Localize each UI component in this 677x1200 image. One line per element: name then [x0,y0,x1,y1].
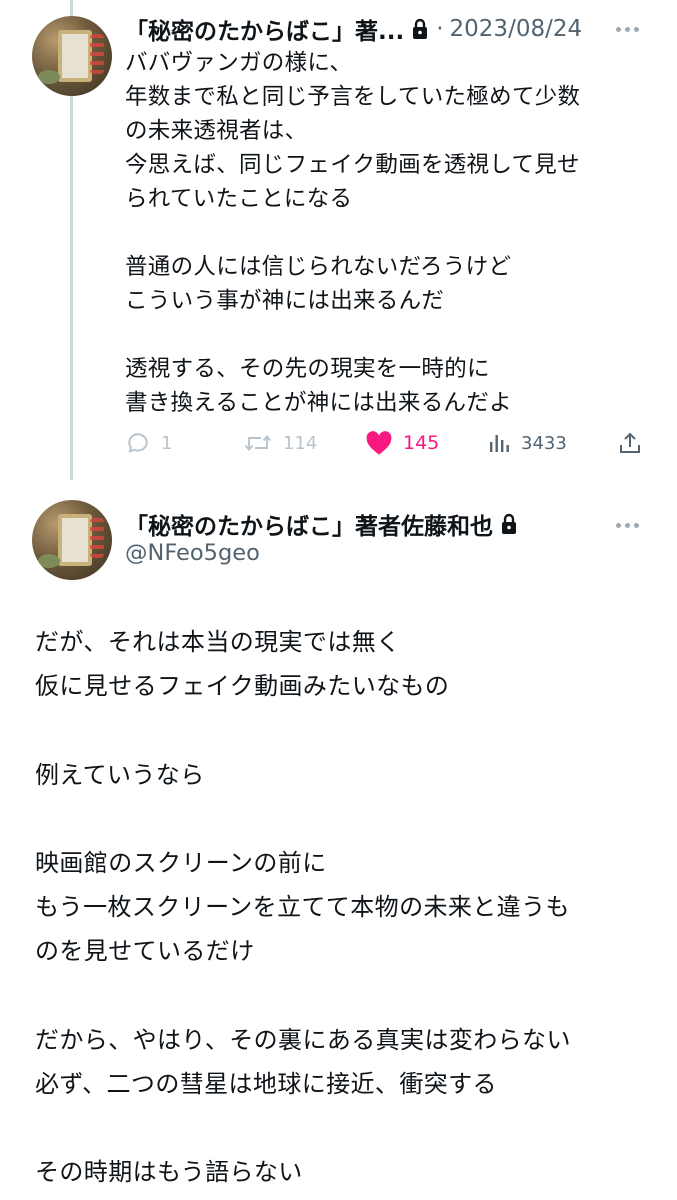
display-name[interactable]: 「秘密のたからばこ」著者佐藤和也 [125,507,493,541]
share-icon [620,432,640,453]
reply-button[interactable]: 1 [125,430,172,456]
more-options-icon[interactable] [616,520,646,530]
retweet-button[interactable]: 114 [243,430,317,456]
heart-icon [366,431,392,455]
user-handle[interactable]: @NFeo5geo [125,540,260,566]
avatar[interactable] [32,500,112,580]
tweet-text: だが、それは本当の現実では無く 仮に見せるフェイク動画みたいなもの 例えていうな… [35,628,571,1187]
views-button[interactable]: 3433 [487,430,567,456]
tweet-actions: 1 114 145 3433 [125,428,645,464]
tweet-header: 「秘密のたからばこ」著者佐藤和也 [125,507,519,541]
tweet-text: ババヴァンガの様に、 年数まで私と同じ予言をしていた極めて少数 の未来透視者は、… [125,50,581,416]
avatar[interactable] [32,16,112,96]
tweet-date[interactable]: 2023/08/24 [450,16,583,42]
lock-icon [413,18,428,39]
views-icon [490,435,509,452]
display-name[interactable]: 「秘密のたからばこ」著... [125,12,404,46]
retweet-icon [244,435,272,451]
tweet-header: 「秘密のたからばこ」著... · 2023/08/24 [125,12,582,46]
like-count: 145 [403,432,440,454]
lock-icon [502,513,516,534]
share-button[interactable] [618,430,642,456]
more-options-icon[interactable] [616,24,646,34]
views-count: 3433 [521,432,567,454]
reply-count: 1 [161,432,173,454]
reply-icon [128,433,148,453]
retweet-count: 114 [283,432,318,454]
like-button[interactable]: 145 [365,430,439,456]
separator-dot: · [436,16,444,42]
